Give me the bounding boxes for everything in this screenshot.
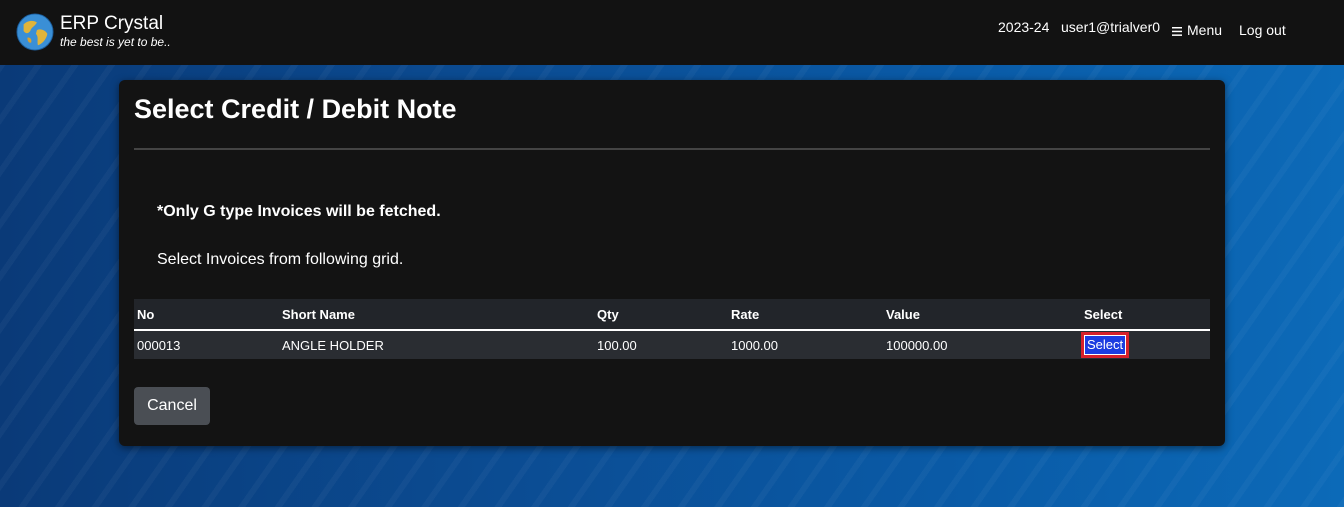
title-divider [134,148,1210,150]
financial-year[interactable]: 2023-24 [998,19,1049,35]
cell-value: 100000.00 [883,330,1081,359]
top-navbar: ERP Crystal the best is yet to be.. 2023… [0,0,1344,65]
select-row-button[interactable]: Select [1081,332,1130,358]
select-note-panel: Select Credit / Debit Note *Only G type … [119,80,1225,446]
nav-right: 2023-24 user1@trialver0 Menu Log out [998,19,1344,39]
instruction-text: Select Invoices from following grid. [157,251,404,268]
brand[interactable]: ERP Crystal the best is yet to be.. [16,13,171,51]
column-header-no[interactable]: No [134,299,279,331]
menu-label: Menu [1187,22,1223,38]
hamburger-icon [1172,26,1182,36]
grid-header-row: No Short Name Qty Rate Value Select [134,299,1210,331]
globe-logo-icon [16,13,54,51]
cell-qty: 100.00 [594,330,728,359]
user-name[interactable]: user1@trialver0 [1061,19,1160,35]
column-header-rate[interactable]: Rate [728,299,883,331]
table-row: 000013 ANGLE HOLDER 100.00 1000.00 10000… [134,330,1210,359]
column-header-select: Select [1081,299,1210,331]
cell-rate: 1000.00 [728,330,883,359]
brand-tagline: the best is yet to be.. [60,35,171,49]
menu-button[interactable]: Menu [1172,22,1222,38]
invoice-type-note: *Only G type Invoices will be fetched. [157,203,441,220]
logout-link[interactable]: Log out [1239,22,1286,38]
column-header-short-name[interactable]: Short Name [279,299,594,331]
cell-short-name: ANGLE HOLDER [279,330,594,359]
brand-title: ERP Crystal [60,13,164,34]
cell-no: 000013 [134,330,279,359]
column-header-qty[interactable]: Qty [594,299,728,331]
invoice-grid: No Short Name Qty Rate Value Select 0000… [134,299,1210,359]
page-title: Select Credit / Debit Note [134,94,457,124]
cell-select: Select [1081,330,1210,359]
cancel-button[interactable]: Cancel [134,387,210,425]
column-header-value[interactable]: Value [883,299,1081,331]
